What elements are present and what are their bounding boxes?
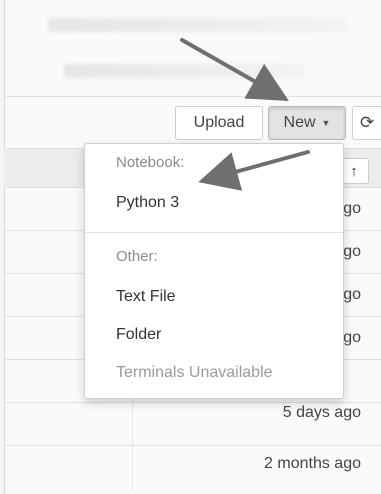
- notebook-browser: Upload New ▼ ⟳ ↑ ago go go go 5 days ago…: [0, 0, 381, 494]
- annotation-arrows: [180, 38, 310, 191]
- arrow-to-new-button: [180, 38, 289, 101]
- arrow-to-python3: [198, 150, 310, 191]
